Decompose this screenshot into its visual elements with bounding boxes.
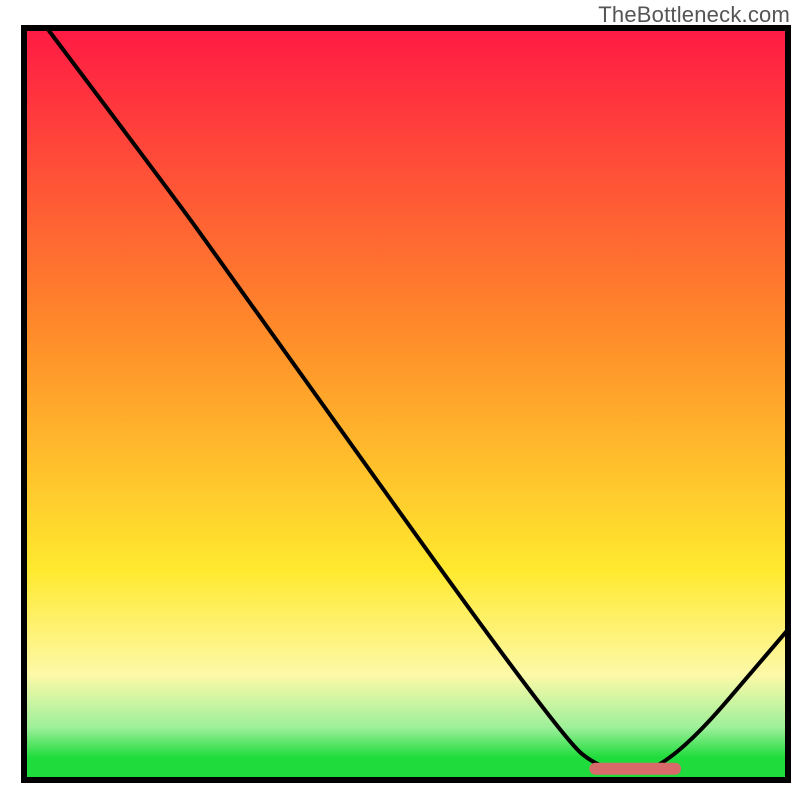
- plot-area: [24, 28, 788, 780]
- optimal-range-marker: [589, 763, 681, 775]
- bottleneck-chart: [0, 0, 800, 800]
- gradient-background: [24, 28, 788, 780]
- watermark-text: TheBottleneck.com: [598, 2, 790, 28]
